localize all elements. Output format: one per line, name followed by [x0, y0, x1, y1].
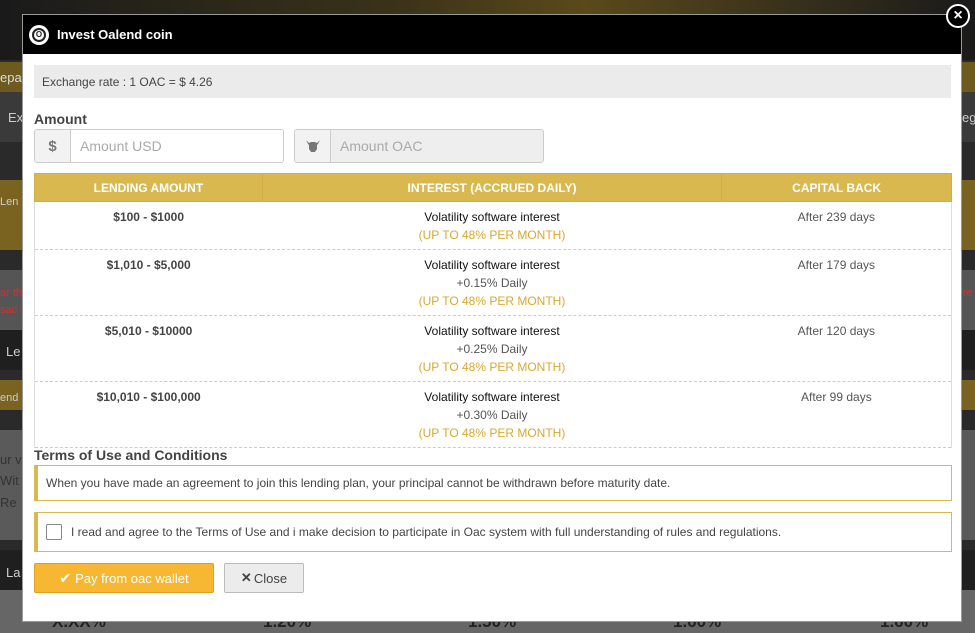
interest-monthly: (UP TO 48% PER MONTH)	[418, 426, 566, 440]
oac-input-group	[294, 129, 544, 163]
table-row: $5,010 - $10000 Volatility software inte…	[34, 315, 952, 382]
pay-from-wallet-button[interactable]: ✔ Pay from oac wallet	[34, 563, 214, 593]
invest-modal: O Invest Oalend coin Exchange rate : 1 O…	[22, 14, 962, 622]
background-text: Ex	[8, 110, 24, 125]
capital-back: After 179 days	[721, 249, 952, 316]
close-button[interactable]: ✕ Close	[224, 563, 304, 593]
interest-cell: Volatility software interest +0.15% Dail…	[262, 249, 722, 316]
close-button-label: Close	[253, 570, 288, 586]
modal-title: Invest Oalend coin	[57, 27, 173, 42]
interest-title: Volatility software interest	[424, 324, 560, 338]
table-row: $100 - $1000 Volatility software interes…	[34, 201, 952, 250]
check-icon: ✔	[59, 569, 72, 586]
interest-title: Volatility software interest	[424, 258, 560, 272]
background-text: end	[0, 392, 19, 404]
pay-button-label: Pay from oac wallet	[75, 570, 189, 586]
interest-title: Volatility software interest	[424, 390, 560, 404]
lending-amount: $100 - $1000	[34, 201, 263, 250]
close-icon: ✕	[240, 570, 252, 585]
usd-input-group: $	[34, 129, 284, 163]
background-text: Le	[6, 344, 21, 359]
interest-monthly: (UP TO 48% PER MONTH)	[418, 360, 566, 374]
interest-monthly: (UP TO 48% PER MONTH)	[418, 294, 566, 308]
lending-plan-table: LENDING AMOUNT INTEREST (ACCRUED DAILY) …	[34, 173, 952, 448]
column-header: INTEREST (ACCRUED DAILY)	[261, 173, 723, 202]
background-text: Re	[0, 495, 17, 510]
terms-agreement: I read and agree to the Terms of Use and…	[34, 512, 952, 552]
interest-daily: +0.30% Daily	[456, 408, 528, 422]
terms-heading: Terms of Use and Conditions	[34, 447, 228, 463]
table-row: $1,010 - $5,000 Volatility software inte…	[34, 249, 952, 316]
agree-checkbox[interactable]	[46, 524, 62, 540]
bull-icon	[295, 130, 331, 162]
lending-amount: $1,010 - $5,000	[34, 249, 263, 316]
interest-cell: Volatility software interest +0.30% Dail…	[262, 381, 722, 448]
capital-back: After 239 days	[721, 201, 952, 250]
modal-close-icon[interactable]: ×	[946, 4, 970, 28]
amount-label: Amount	[34, 111, 87, 127]
interest-title: Volatility software interest	[424, 210, 560, 224]
interest-daily: +0.25% Daily	[456, 342, 528, 356]
background-text: eg	[962, 110, 975, 125]
background-text: Wit	[0, 473, 19, 488]
background-text: ar th	[0, 287, 23, 299]
column-header: CAPITAL BACK	[721, 173, 952, 202]
exchange-rate: Exchange rate : 1 OAC = $ 4.26	[34, 65, 951, 98]
background-text: ur v	[0, 452, 22, 467]
agree-label: I read and agree to the Terms of Use and…	[71, 525, 782, 539]
background-text: sac	[0, 304, 18, 316]
interest-daily: +0.15% Daily	[456, 276, 528, 290]
table-row: $10,010 - $100,000 Volatility software i…	[34, 381, 952, 448]
column-header: LENDING AMOUNT	[34, 173, 263, 202]
capital-back: After 120 days	[721, 315, 952, 382]
oac-logo-icon: O	[29, 24, 49, 45]
lending-amount: $10,010 - $100,000	[34, 381, 263, 448]
background-text: Len	[0, 196, 19, 208]
terms-notice-text: When you have made an agreement to join …	[46, 476, 671, 490]
background-text: re	[963, 287, 973, 299]
interest-cell: Volatility software interest +0.25% Dail…	[262, 315, 722, 382]
background-text: epa	[0, 70, 22, 85]
dollar-icon: $	[35, 130, 71, 162]
amount-oac-input[interactable]	[331, 130, 543, 162]
interest-cell: Volatility software interest (UP TO 48% …	[262, 201, 722, 250]
capital-back: After 99 days	[721, 381, 952, 448]
interest-monthly: (UP TO 48% PER MONTH)	[418, 228, 566, 242]
lending-amount: $5,010 - $10000	[34, 315, 263, 382]
background-text: La	[6, 565, 21, 580]
amount-usd-input[interactable]	[71, 130, 283, 162]
terms-notice: When you have made an agreement to join …	[34, 465, 952, 501]
modal-header: O Invest Oalend coin	[23, 15, 961, 54]
